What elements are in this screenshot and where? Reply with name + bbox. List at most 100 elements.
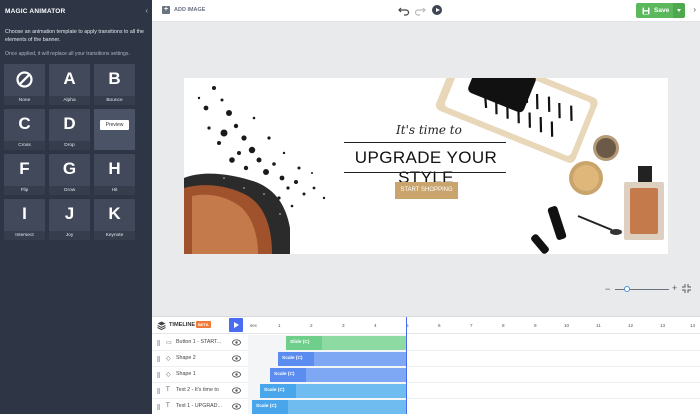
- timeline-layer-row[interactable]: T Text 2 - It's time to Scale (C): [152, 383, 700, 399]
- start-shopping-button[interactable]: START SHOPPING: [395, 182, 458, 199]
- panel-note: Once applied, it will replace all your t…: [5, 51, 130, 57]
- timeline-ruler[interactable]: sec 1 2 3 4 5 6 7 8 9 10 11 12 13 14: [248, 317, 700, 334]
- timeline-layer-row[interactable]: ◇ Shape 1 Scale (C): [152, 367, 700, 383]
- template-glyph: G: [62, 159, 77, 178]
- timeline-playhead[interactable]: [406, 317, 407, 414]
- drag-handle-icon[interactable]: [157, 356, 160, 362]
- text-icon: T: [166, 387, 170, 393]
- eye-icon[interactable]: [232, 339, 241, 346]
- ruler-tick: 8: [502, 323, 505, 328]
- divider-bottom: [344, 172, 506, 173]
- zoom-out-icon[interactable]: −: [605, 284, 610, 294]
- template-glyph: F: [19, 159, 30, 178]
- template-cross[interactable]: C Cross: [4, 109, 45, 150]
- eye-icon[interactable]: [232, 355, 241, 362]
- drag-handle-icon[interactable]: [157, 404, 160, 410]
- animation-bar[interactable]: Slide (C): [286, 336, 406, 350]
- undo-icon[interactable]: [398, 4, 410, 16]
- template-flip[interactable]: F Flip: [4, 154, 45, 195]
- animation-bar-label: Scale (C): [270, 368, 306, 382]
- magic-animator-panel: MAGIC ANIMATOR ‹ Choose an animation tem…: [0, 0, 152, 414]
- animation-template-grid: None A Alpha B Bounce C Cross D Drop Pre…: [4, 64, 148, 240]
- shape-icon: ◇: [166, 372, 171, 378]
- template-label: None: [4, 96, 45, 105]
- template-none[interactable]: None: [4, 64, 45, 105]
- add-image-button[interactable]: + ADD IMAGE: [162, 6, 205, 14]
- drag-handle-icon[interactable]: [157, 372, 160, 378]
- layer-name: Shape 1: [176, 371, 196, 377]
- template-label: Bounce: [94, 96, 135, 105]
- preview-button[interactable]: Preview: [100, 120, 129, 130]
- timeline-play-button[interactable]: [229, 318, 243, 332]
- timeline-header: TIMELINE BETA: [152, 317, 248, 334]
- template-joy[interactable]: J Joy: [49, 199, 90, 240]
- template-glyph: K: [108, 204, 121, 223]
- add-image-label: ADD IMAGE: [174, 7, 206, 13]
- drag-handle-icon[interactable]: [157, 388, 160, 394]
- ruler-tick: 3: [342, 323, 345, 328]
- lipstick-image: [531, 206, 622, 254]
- save-options-dropdown[interactable]: [673, 3, 685, 18]
- layer-name: Button 1 - START...: [176, 339, 222, 345]
- none-icon: [16, 71, 33, 88]
- template-grow[interactable]: G Grow: [49, 154, 90, 195]
- layer-name: Text 1 - UPGRAD...: [176, 403, 222, 409]
- template-glyph: J: [64, 204, 75, 223]
- template-label: Keynote: [94, 231, 135, 240]
- zoom-in-icon[interactable]: +: [672, 283, 677, 293]
- timeline-layer-row[interactable]: ◇ Shape 2 Scale (C): [152, 351, 700, 367]
- animation-bar[interactable]: Scale (C): [260, 384, 406, 398]
- fit-to-screen-icon[interactable]: [682, 284, 691, 293]
- timeline-title: TIMELINE: [169, 322, 196, 328]
- template-keynote[interactable]: K Keynote: [94, 199, 135, 240]
- ruler-tick: 9: [534, 323, 537, 328]
- template-glyph: A: [63, 69, 76, 88]
- ruler-tick: 10: [564, 323, 570, 328]
- ruler-tick: 12: [628, 323, 634, 328]
- animation-bar[interactable]: Scale (C): [270, 368, 406, 382]
- shape-icon: ◇: [166, 356, 171, 362]
- template-alpha[interactable]: A Alpha: [49, 64, 90, 105]
- button-icon: ▭: [166, 340, 172, 346]
- ruler-tick: 1: [278, 323, 281, 328]
- template-drop[interactable]: D Drop: [49, 109, 90, 150]
- eye-icon[interactable]: [232, 371, 241, 378]
- layer-track: Scale (C): [248, 367, 406, 383]
- eye-icon[interactable]: [232, 403, 241, 410]
- save-label: Save: [654, 7, 670, 14]
- save-button[interactable]: Save: [636, 3, 673, 18]
- collapse-panel-icon[interactable]: ‹: [145, 6, 148, 15]
- template-label: Hit: [94, 186, 135, 195]
- template-glyph: I: [22, 204, 27, 223]
- layer-name: Text 2 - It's time to: [176, 387, 219, 393]
- timeline-layer-row[interactable]: T Text 1 - UPGRAD... Scale (C): [152, 399, 700, 414]
- template-bounce[interactable]: B Bounce: [94, 64, 135, 105]
- layer-track: Scale (C): [248, 399, 406, 414]
- animation-bar[interactable]: Scale (C): [252, 400, 406, 414]
- template-hit[interactable]: H Hit: [94, 154, 135, 195]
- redo-icon[interactable]: [414, 4, 426, 16]
- template-label: Intersect: [4, 231, 45, 240]
- chevron-right-icon[interactable]: ›: [693, 5, 696, 14]
- divider-top: [344, 142, 506, 143]
- layer-track: Scale (C): [248, 351, 406, 367]
- template-glyph: D: [63, 114, 76, 133]
- template-glyph: B: [108, 69, 121, 88]
- template-e-hovered[interactable]: Preview: [94, 109, 135, 150]
- template-label: Drop: [49, 141, 90, 150]
- banner-canvas[interactable]: It's time to UPGRADE YOUR STYLE START SH…: [184, 78, 668, 254]
- template-label: Flip: [4, 186, 45, 195]
- layers-icon: [157, 321, 166, 330]
- play-preview-icon[interactable]: [432, 5, 442, 15]
- animation-bar[interactable]: Scale (C): [278, 352, 406, 366]
- ruler-tick: 14: [690, 323, 696, 328]
- template-intersect[interactable]: I Intersect: [4, 199, 45, 240]
- timeline-panel: TIMELINE BETA sec 1 2 3 4 5 6 7 8 9 10 1…: [152, 316, 700, 414]
- template-label: Grow: [49, 186, 90, 195]
- zoom-slider-handle[interactable]: [624, 286, 630, 292]
- template-glyph: H: [108, 159, 121, 178]
- drag-handle-icon[interactable]: [157, 340, 160, 346]
- template-label: Cross: [4, 141, 45, 150]
- eye-icon[interactable]: [232, 387, 241, 394]
- timeline-layer-row[interactable]: ▭ Button 1 - START... Slide (C): [152, 335, 700, 351]
